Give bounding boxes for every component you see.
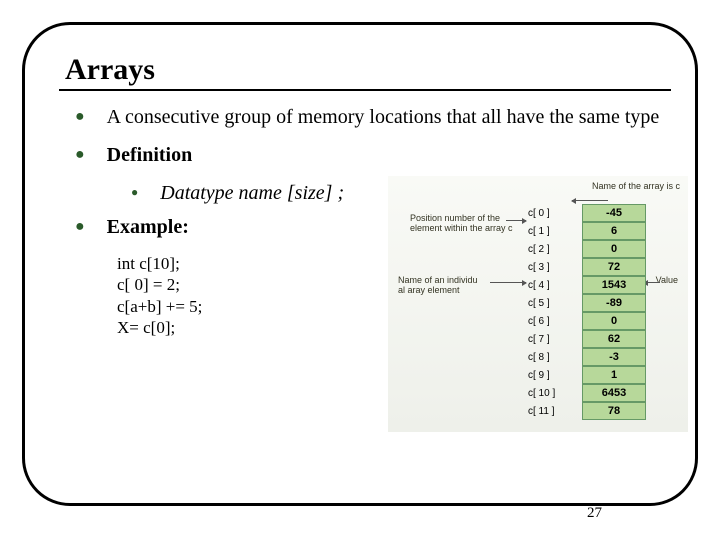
value-cell: 0: [582, 240, 646, 258]
table-row: c[ 5 ]-89: [528, 294, 646, 312]
index-label: c[ 10 ]: [528, 388, 582, 399]
bullet-icon: ●: [131, 181, 138, 203]
bullet-icon: ●: [75, 143, 85, 167]
index-label: c[ 11 ]: [528, 406, 582, 417]
table-row: c[ 3 ]72: [528, 258, 646, 276]
value-cell: 6453: [582, 384, 646, 402]
definition-heading: Definition: [107, 143, 193, 167]
table-row: c[ 8 ]-3: [528, 348, 646, 366]
arrow-icon: [506, 220, 526, 221]
definition-syntax: Datatype name [size] ;: [160, 181, 344, 205]
bullet-definition: ● Definition: [75, 143, 667, 167]
index-label: c[ 7 ]: [528, 334, 582, 345]
caption-array-name: Name of the array is c: [592, 182, 680, 192]
table-row: c[ 10 ]6453: [528, 384, 646, 402]
index-label: c[ 3 ]: [528, 262, 582, 273]
caption-value: Value: [656, 276, 678, 286]
caption-element-b: al aray element: [398, 286, 460, 296]
caption-position-b: element within the array c: [410, 224, 513, 234]
table-row: c[ 7 ]62: [528, 330, 646, 348]
bullet-icon: ●: [75, 215, 85, 239]
bullet-icon: ●: [75, 105, 85, 129]
arrow-icon: [490, 282, 526, 283]
table-row: c[ 6 ]0: [528, 312, 646, 330]
table-row: c[ 9 ]1: [528, 366, 646, 384]
value-cell: 1543: [582, 276, 646, 294]
array-figure: Name of the array is c Position number o…: [388, 176, 688, 432]
value-cell: 0: [582, 312, 646, 330]
value-cell: -45: [582, 204, 646, 222]
table-row: c[ 11 ]78: [528, 402, 646, 420]
value-cell: 72: [582, 258, 646, 276]
bullet-intro: ● A consecutive group of memory location…: [75, 105, 667, 129]
page-title: Arrays: [65, 53, 667, 87]
table-row: c[ 4 ]1543: [528, 276, 646, 294]
index-label: c[ 1 ]: [528, 226, 582, 237]
array-table: c[ 0 ]-45 c[ 1 ]6 c[ 2 ]0 c[ 3 ]72 c[ 4 …: [528, 204, 646, 420]
slide: Arrays ● A consecutive group of memory l…: [0, 0, 720, 540]
table-row: c[ 2 ]0: [528, 240, 646, 258]
value-cell: 1: [582, 366, 646, 384]
value-cell: -89: [582, 294, 646, 312]
index-label: c[ 4 ]: [528, 280, 582, 291]
index-label: c[ 9 ]: [528, 370, 582, 381]
index-label: c[ 5 ]: [528, 298, 582, 309]
table-row: c[ 0 ]-45: [528, 204, 646, 222]
value-cell: -3: [582, 348, 646, 366]
index-label: c[ 2 ]: [528, 244, 582, 255]
table-row: c[ 1 ]6: [528, 222, 646, 240]
page-number: 27: [587, 505, 602, 522]
value-cell: 78: [582, 402, 646, 420]
arrow-icon: [572, 200, 608, 201]
index-label: c[ 0 ]: [528, 208, 582, 219]
bullet-intro-text: A consecutive group of memory locations …: [107, 105, 660, 129]
value-cell: 62: [582, 330, 646, 348]
arrow-icon: [644, 282, 660, 283]
title-underline: [59, 89, 671, 91]
index-label: c[ 6 ]: [528, 316, 582, 327]
index-label: c[ 8 ]: [528, 352, 582, 363]
value-cell: 6: [582, 222, 646, 240]
example-heading: Example:: [107, 216, 189, 238]
